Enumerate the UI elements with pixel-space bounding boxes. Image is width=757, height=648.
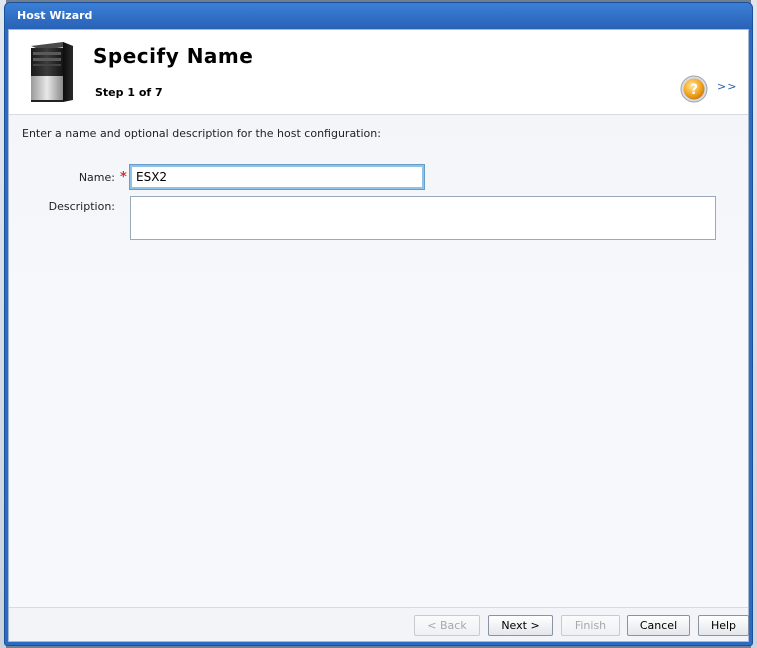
- back-button[interactable]: < Back: [414, 615, 480, 636]
- wizard-footer: < Back Next > Finish Cancel Help: [9, 607, 749, 641]
- svg-text:?: ?: [690, 82, 698, 98]
- description-input[interactable]: [130, 196, 716, 240]
- instruction-text: Enter a name and optional description fo…: [22, 127, 381, 140]
- help-button[interactable]: Help: [698, 615, 749, 636]
- finish-button[interactable]: Finish: [561, 615, 620, 636]
- dialog-title: Host Wizard: [17, 9, 93, 22]
- server-tower-icon: [31, 42, 73, 102]
- wizard-header: Specify Name Step 1 of 7 ? >>: [9, 30, 748, 115]
- cancel-button[interactable]: Cancel: [627, 615, 690, 636]
- name-label: Name:: [78, 171, 115, 184]
- wizard-page-title: Specify Name: [93, 44, 254, 68]
- description-label: Description:: [48, 200, 115, 213]
- name-input[interactable]: [129, 164, 425, 190]
- help-icon[interactable]: ?: [679, 74, 709, 104]
- dialog-client-area: Specify Name Step 1 of 7 ? >> Enter a na…: [8, 29, 749, 642]
- host-wizard-dialog: Host Wizard Specify Name Step 1 of 7 ? >…: [4, 2, 753, 646]
- dialog-titlebar[interactable]: Host Wizard: [5, 3, 752, 29]
- required-marker: *: [120, 170, 127, 185]
- wizard-step-indicator: Step 1 of 7: [95, 86, 163, 99]
- wizard-body: Enter a name and optional description fo…: [9, 115, 748, 608]
- next-button[interactable]: Next >: [488, 615, 553, 636]
- expand-steps-link[interactable]: >>: [717, 80, 737, 93]
